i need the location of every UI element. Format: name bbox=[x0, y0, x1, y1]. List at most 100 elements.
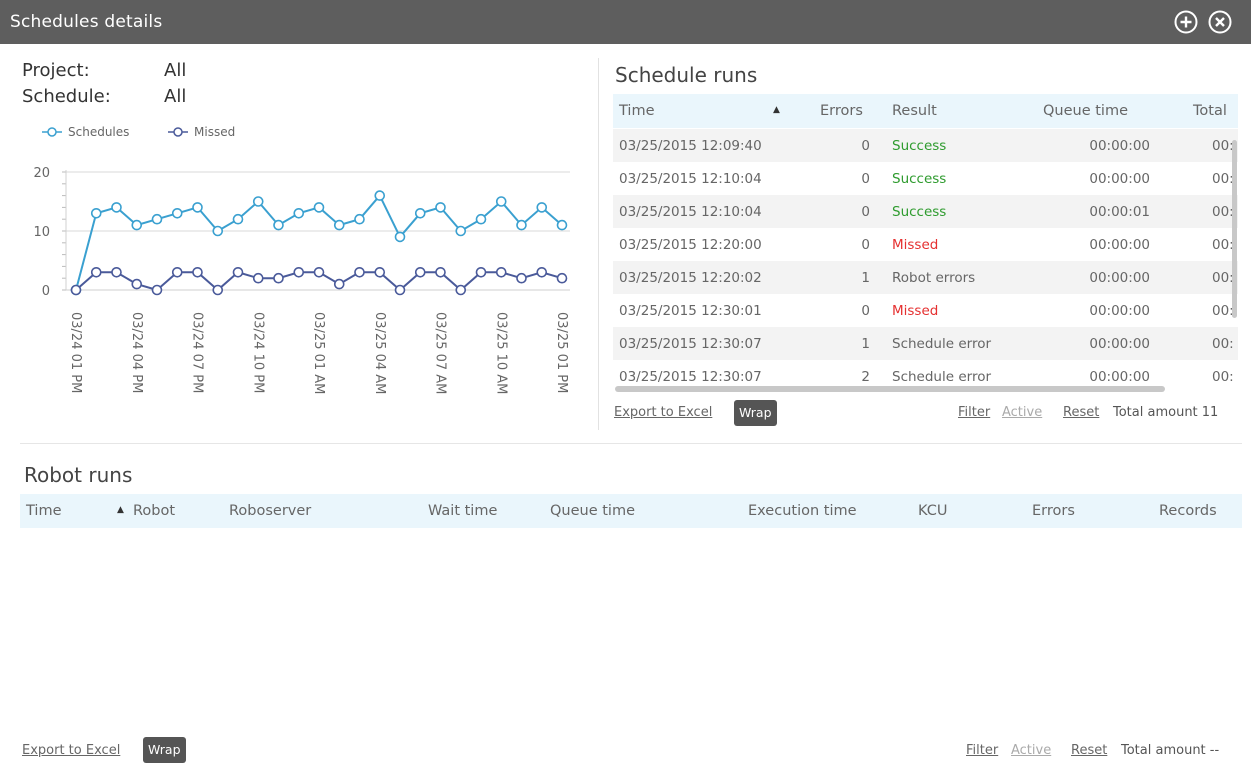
col-total[interactable]: Total bbox=[1193, 103, 1227, 119]
data-point bbox=[313, 202, 325, 213]
data-point bbox=[192, 202, 203, 213]
project-value: All bbox=[164, 60, 187, 81]
data-point bbox=[455, 225, 467, 237]
plus-circle-icon[interactable] bbox=[1174, 10, 1198, 34]
col-kcu[interactable]: KCU bbox=[918, 503, 947, 519]
close-circle-icon[interactable] bbox=[1208, 10, 1232, 34]
vertical-scrollbar[interactable] bbox=[1232, 140, 1237, 318]
data-point bbox=[374, 190, 386, 201]
data-point bbox=[151, 284, 163, 296]
cell-time: 03/25/2015 12:30:01 bbox=[619, 303, 762, 319]
cell-queue-time: 00:00:00 bbox=[1089, 171, 1150, 187]
wrap-button[interactable]: Wrap bbox=[734, 400, 777, 426]
x-tick-label: 03/25 10 AM bbox=[493, 312, 508, 394]
y-tick-label: 0 bbox=[42, 284, 50, 299]
cell-total: 00: bbox=[1212, 336, 1234, 352]
col-records[interactable]: Records bbox=[1159, 503, 1217, 519]
data-point bbox=[455, 284, 467, 296]
cell-total: 00: bbox=[1212, 237, 1234, 253]
cell-time: 03/25/2015 12:20:02 bbox=[619, 270, 762, 286]
cell-errors: 0 bbox=[861, 237, 870, 253]
data-point bbox=[536, 202, 548, 213]
col-roboserver[interactable]: Roboserver bbox=[229, 503, 311, 519]
data-point bbox=[90, 208, 102, 219]
table-row[interactable]: 03/25/2015 12:30:01 0 Missed 00:00:00 00: bbox=[613, 294, 1238, 327]
horizontal-scrollbar[interactable] bbox=[615, 386, 1165, 392]
reset-link[interactable]: Reset bbox=[1063, 405, 1099, 420]
x-tick-label: 03/25 07 AM bbox=[433, 312, 448, 394]
data-point bbox=[90, 267, 102, 278]
wrap-button[interactable]: Wrap bbox=[143, 737, 186, 763]
data-point bbox=[313, 267, 325, 278]
legend-item: Schedules bbox=[68, 125, 129, 139]
active-link[interactable]: Active bbox=[1002, 405, 1042, 420]
data-point bbox=[435, 202, 446, 213]
table-row[interactable]: 03/25/2015 12:20:00 0 Missed 00:00:00 00: bbox=[613, 228, 1238, 261]
export-excel-link[interactable]: Export to Excel bbox=[614, 405, 712, 420]
schedule-value: All bbox=[164, 86, 187, 107]
active-link[interactable]: Active bbox=[1011, 743, 1051, 758]
data-point bbox=[536, 267, 548, 278]
data-point bbox=[495, 196, 507, 207]
data-point bbox=[354, 213, 365, 225]
col-errors[interactable]: Errors bbox=[820, 103, 863, 119]
col-result[interactable]: Result bbox=[892, 103, 937, 119]
cell-total: 00: bbox=[1212, 171, 1234, 187]
cell-errors: 0 bbox=[861, 204, 870, 220]
col-robot[interactable]: Robot bbox=[133, 503, 175, 519]
col-time[interactable]: Time bbox=[26, 503, 62, 519]
cell-total: 00: bbox=[1212, 204, 1234, 220]
cell-queue-time: 00:00:00 bbox=[1089, 270, 1150, 286]
col-queue-time[interactable]: Queue time bbox=[1043, 103, 1128, 119]
schedules-chart: 0 10 20 03/24 01 PM 03/24 04 PM 03/24 07 PM 03… bbox=[33, 125, 570, 394]
table-row[interactable]: 03/25/2015 12:10:04 0 Success 00:00:01 00: bbox=[613, 195, 1238, 228]
cell-errors: 0 bbox=[861, 171, 870, 187]
cell-time: 03/25/2015 12:20:00 bbox=[619, 237, 762, 253]
data-point bbox=[70, 284, 82, 296]
x-tick-label: 03/24 07 PM bbox=[190, 312, 205, 393]
cell-total: 00: bbox=[1212, 303, 1234, 319]
filter-link[interactable]: Filter bbox=[958, 405, 990, 420]
cell-result: Missed bbox=[892, 303, 939, 319]
sort-asc-icon[interactable]: ▲ bbox=[773, 105, 780, 115]
cell-total: 00: bbox=[1212, 270, 1234, 286]
schedule-label: Schedule: bbox=[22, 86, 111, 107]
data-point bbox=[293, 208, 305, 219]
data-point bbox=[556, 272, 568, 284]
data-point bbox=[475, 267, 487, 278]
table-row[interactable]: 03/25/2015 12:10:04 0 Success 00:00:00 00: bbox=[613, 162, 1238, 195]
data-point bbox=[232, 267, 244, 278]
data-point bbox=[171, 208, 183, 219]
filter-link[interactable]: Filter bbox=[966, 743, 998, 758]
col-queue-time[interactable]: Queue time bbox=[550, 503, 635, 519]
project-label: Project: bbox=[22, 60, 90, 81]
data-point bbox=[414, 208, 426, 219]
data-point bbox=[414, 267, 426, 278]
cell-errors: 0 bbox=[861, 303, 870, 319]
data-point bbox=[333, 278, 345, 290]
table-row[interactable]: 03/25/2015 12:09:40 0 Success 00:00:00 00: bbox=[613, 129, 1238, 162]
reset-link[interactable]: Reset bbox=[1071, 743, 1107, 758]
data-point bbox=[192, 267, 203, 278]
table-row[interactable]: 03/25/2015 12:30:07 1 Schedule error 00:00:… bbox=[613, 327, 1238, 360]
col-wait-time[interactable]: Wait time bbox=[428, 503, 497, 519]
col-execution-time[interactable]: Execution time bbox=[748, 503, 857, 519]
cell-total: 00: bbox=[1212, 369, 1234, 385]
cell-time: 03/25/2015 12:10:04 bbox=[619, 204, 762, 220]
col-time[interactable]: Time bbox=[619, 103, 655, 119]
cell-queue-time: 00:00:00 bbox=[1089, 336, 1150, 352]
data-point bbox=[374, 267, 386, 278]
data-point bbox=[131, 219, 143, 231]
y-tick-label: 20 bbox=[33, 166, 50, 181]
col-errors[interactable]: Errors bbox=[1032, 503, 1075, 519]
cell-result: Robot errors bbox=[892, 270, 976, 286]
schedule-total-amount: Total amount 11 bbox=[1113, 405, 1219, 420]
sort-asc-icon[interactable]: ▲ bbox=[117, 505, 124, 515]
export-excel-link[interactable]: Export to Excel bbox=[22, 743, 120, 758]
cell-result: Missed bbox=[892, 237, 939, 253]
cell-errors: 2 bbox=[861, 369, 870, 385]
cell-time: 03/25/2015 12:09:40 bbox=[619, 138, 762, 154]
data-point bbox=[131, 278, 143, 290]
cell-queue-time: 00:00:00 bbox=[1089, 369, 1150, 385]
table-row[interactable]: 03/25/2015 12:20:02 1 Robot errors 00:00:00… bbox=[613, 261, 1238, 294]
